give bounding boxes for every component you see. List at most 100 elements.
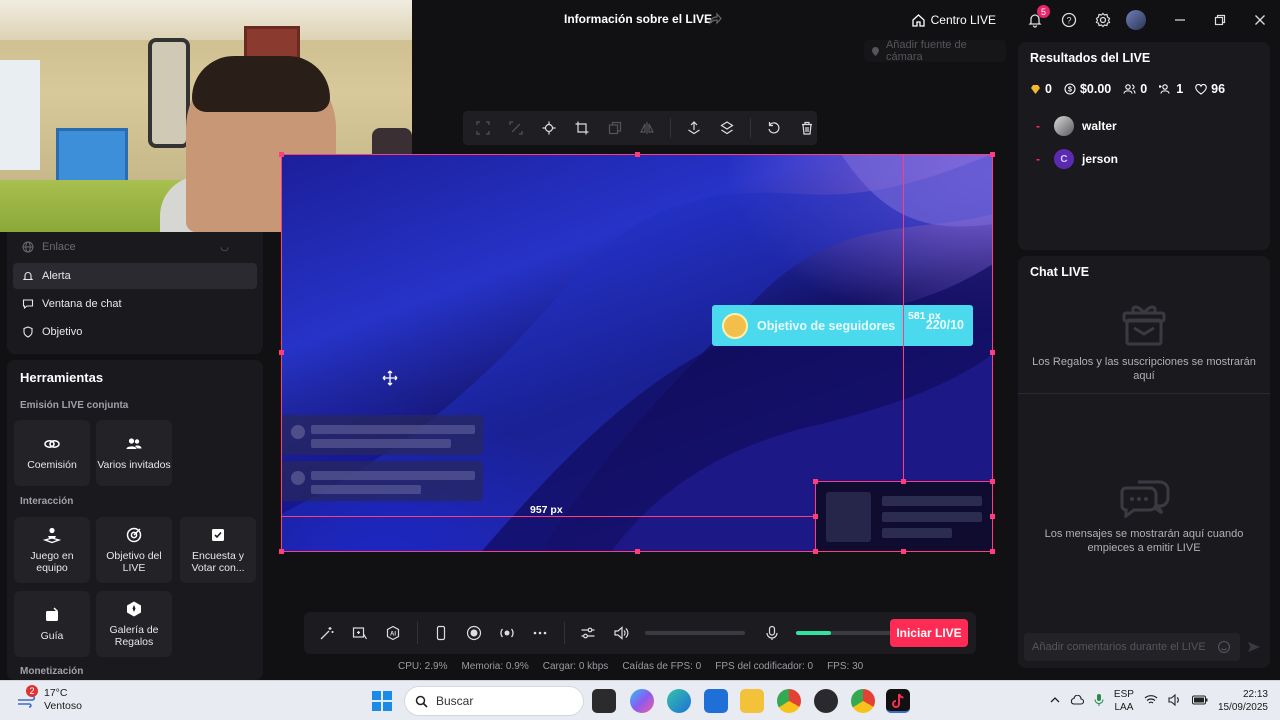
menu-item-enlace[interactable]: Enlace ◡ [13, 234, 257, 260]
resize-handle[interactable] [279, 549, 284, 554]
tool-label: Galería de Regalos [109, 624, 159, 648]
fit-icon[interactable] [473, 118, 493, 138]
tool-coemision-button[interactable]: Coemisión [14, 420, 90, 486]
resize-handle[interactable] [990, 479, 995, 484]
stat-followers: 1 [1159, 82, 1183, 96]
store-icon[interactable] [704, 689, 728, 713]
start-live-button[interactable]: Iniciar LIVE [890, 619, 968, 647]
resize-handle[interactable] [635, 549, 640, 554]
viewer-rank-dash: - [1036, 119, 1040, 133]
language-indicator[interactable]: ESP LAA [1114, 688, 1134, 714]
file-explorer-icon[interactable] [740, 689, 764, 713]
phone-icon[interactable] [432, 624, 450, 642]
chat-comment-input[interactable]: Añadir comentarios durante el LIVE [1024, 633, 1240, 661]
speaker-volume-slider[interactable] [645, 631, 745, 635]
tool-encuesta-button[interactable]: Encuesta y Votar con... [180, 517, 256, 583]
battery-icon[interactable] [1191, 695, 1208, 708]
wifi-icon[interactable] [1144, 694, 1158, 708]
tool-objetivo-live-button[interactable]: Objetivo del LIVE [96, 517, 172, 583]
webcam-ceiling [0, 0, 412, 40]
resize-handle[interactable] [279, 350, 284, 355]
menu-item-label: Ventana de chat [42, 298, 122, 310]
resize-handle[interactable] [990, 514, 995, 519]
reset-icon[interactable] [764, 118, 784, 138]
flip-icon[interactable] [638, 118, 658, 138]
copilot-icon[interactable] [630, 689, 654, 713]
layer-up-icon[interactable] [684, 118, 704, 138]
tool-juego-equipo-button[interactable]: Juego en equipo [14, 517, 90, 583]
gift-alert-widget[interactable] [815, 481, 993, 552]
webcam-person-hair [192, 56, 330, 112]
microphone-level-slider[interactable] [796, 631, 896, 635]
resize-handle[interactable] [990, 350, 995, 355]
tools-card: Herramientas Emisión LIVE conjunta Coemi… [7, 360, 263, 680]
mixer-icon[interactable] [579, 624, 597, 642]
record-icon[interactable] [465, 624, 483, 642]
resize-handle[interactable] [813, 549, 818, 554]
share-icon[interactable] [708, 12, 722, 26]
add-source-icon[interactable] [351, 624, 369, 642]
menu-item-objetivo[interactable]: Objetivo [13, 319, 257, 345]
tiktok-live-studio-icon[interactable] [886, 689, 910, 713]
live-chat-panel: Chat LIVE Los Regalos y las suscripcione… [1018, 256, 1270, 668]
app-icon[interactable] [814, 689, 838, 713]
magic-wand-icon[interactable] [318, 624, 336, 642]
emoji-icon[interactable] [1217, 640, 1231, 654]
menu-item-ventana-chat[interactable]: Ventana de chat [13, 291, 257, 317]
clock[interactable]: 22:13 15/09/2025 [1218, 688, 1268, 714]
centro-live-label: Centro LIVE [930, 13, 996, 27]
minimize-button[interactable] [1160, 0, 1200, 40]
resize-handle[interactable] [813, 479, 818, 484]
microphone-tray-icon[interactable] [1094, 693, 1104, 710]
task-view-icon[interactable] [592, 689, 616, 713]
help-icon: ? [1061, 12, 1077, 28]
viewer-row[interactable]: - C jerson [1036, 149, 1118, 169]
tool-guia-button[interactable]: Guía [14, 591, 90, 657]
resize-handle[interactable] [635, 152, 640, 157]
trash-icon[interactable] [797, 118, 817, 138]
weather-widget[interactable]: 2 17°C Ventoso [16, 685, 82, 713]
duplicate-icon[interactable] [605, 118, 625, 138]
notifications-button[interactable]: 5 [1026, 5, 1050, 29]
volume-icon[interactable] [1168, 693, 1182, 709]
stat-diamonds: 0 [1030, 82, 1052, 96]
center-icon[interactable] [539, 118, 559, 138]
chrome-profile-icon[interactable] [851, 689, 875, 713]
edge-icon[interactable] [667, 689, 691, 713]
broadcast-icon[interactable] [498, 624, 516, 642]
add-camera-source-button[interactable]: Añadir fuente de cámara [864, 39, 1006, 63]
eye-closed-icon[interactable]: ◡ [220, 242, 229, 253]
layer-down-icon[interactable] [717, 118, 737, 138]
more-icon[interactable] [531, 624, 549, 642]
cloud-icon[interactable] [1070, 694, 1084, 708]
resize-handle[interactable] [990, 152, 995, 157]
dollar-icon: $ [1064, 83, 1076, 95]
windows-start-icon[interactable] [372, 691, 392, 711]
ai-icon[interactable]: AI [384, 624, 402, 642]
resize-handle[interactable] [990, 549, 995, 554]
help-button[interactable]: ? [1060, 11, 1078, 29]
section-monetizacion: Monetización [20, 666, 84, 677]
crop-icon[interactable] [572, 118, 592, 138]
send-icon[interactable] [1247, 640, 1261, 654]
expand-icon[interactable] [506, 118, 526, 138]
tool-varios-invitados-button[interactable]: Varios invitados [96, 420, 172, 486]
chrome-icon[interactable] [777, 689, 801, 713]
chevron-up-icon[interactable] [1050, 696, 1060, 707]
restore-button[interactable] [1200, 0, 1240, 40]
viewer-row[interactable]: - walter [1036, 116, 1117, 136]
profile-avatar[interactable] [1126, 10, 1146, 30]
stat-likes: 96 [1195, 82, 1225, 96]
resize-handle[interactable] [279, 152, 284, 157]
speaker-icon[interactable] [612, 624, 630, 642]
taskbar-search-box[interactable]: Buscar [404, 686, 584, 716]
tool-galeria-regalos-button[interactable]: Galería de Regalos [96, 591, 172, 657]
menu-item-alerta[interactable]: Alerta [13, 263, 257, 289]
centro-live-button[interactable]: Centro LIVE [911, 13, 996, 28]
stat-viewers: 0 [1123, 82, 1147, 96]
settings-button[interactable] [1094, 11, 1112, 29]
close-button[interactable] [1240, 0, 1280, 40]
microphone-icon[interactable] [763, 624, 781, 642]
messages-empty-message: Los mensajes se mostrarán aquí cuando em… [1044, 528, 1244, 554]
resize-handle[interactable] [901, 549, 906, 554]
